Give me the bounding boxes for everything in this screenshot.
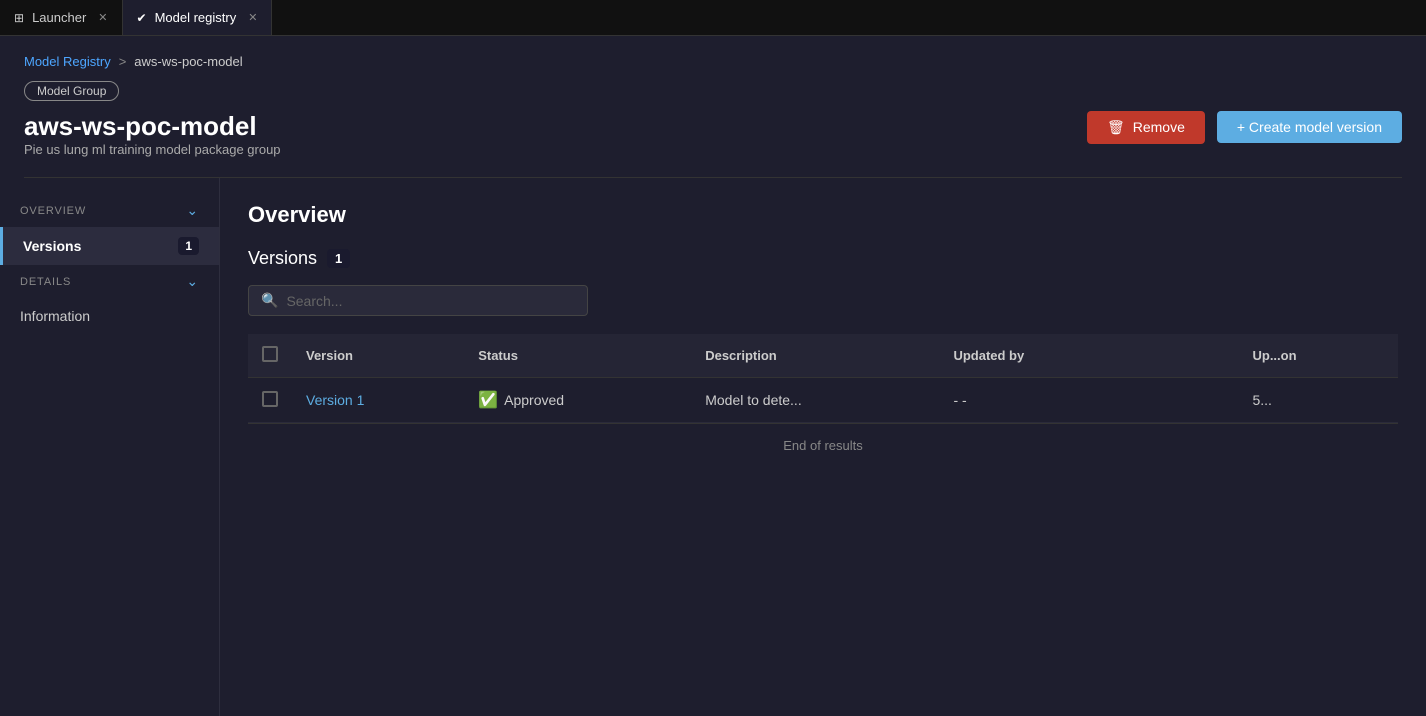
model-group-badge: Model Group — [24, 81, 119, 101]
page-title: aws-ws-poc-model — [24, 111, 281, 142]
versions-count-badge: 1 — [327, 249, 350, 268]
search-input[interactable] — [286, 293, 575, 309]
row-description: Model to dete... — [691, 378, 939, 423]
row-updated-by: - - — [939, 378, 1238, 423]
breadcrumb-link[interactable]: Model Registry — [24, 54, 111, 69]
row-updated-on: 5... — [1238, 378, 1398, 423]
table-row: Version 1 ✅ Approved Model to dete... - … — [248, 378, 1398, 423]
col-version: Version — [292, 334, 464, 378]
overview-section-label: OVERVIEW — [20, 205, 86, 217]
sidebar-item-versions[interactable]: Versions 1 — [0, 227, 219, 265]
table-body: Version 1 ✅ Approved Model to dete... - … — [248, 378, 1398, 423]
status-label: Approved — [504, 392, 564, 408]
tab-model-registry-close[interactable]: ✕ — [248, 11, 257, 24]
row-checkbox[interactable] — [262, 391, 278, 407]
versions-heading-label: Versions — [248, 248, 317, 269]
search-bar[interactable]: 🔍 — [248, 285, 588, 316]
content-layout: OVERVIEW ⌄ Versions 1 DETAILS ⌄ Informat… — [0, 178, 1426, 716]
versions-nav-label: Versions — [23, 238, 81, 254]
breadcrumb-current: aws-ws-poc-model — [134, 54, 242, 69]
versions-heading: Versions 1 — [248, 248, 1398, 269]
table-header: Version Status Description Updated by Up… — [248, 334, 1398, 378]
col-status: Status — [464, 334, 691, 378]
sidebar-section-overview[interactable]: OVERVIEW ⌄ — [0, 194, 219, 227]
trash-icon: 🗑 — [1107, 119, 1125, 136]
select-all-checkbox[interactable] — [262, 346, 278, 362]
approved-icon: ✅ — [478, 390, 498, 410]
col-updated-by: Updated by — [939, 334, 1238, 378]
row-status: ✅ Approved — [464, 378, 691, 423]
page-title-row: Model Group aws-ws-poc-model Pie us lung… — [24, 81, 1402, 173]
details-section-label: DETAILS — [20, 276, 71, 288]
sidebar: OVERVIEW ⌄ Versions 1 DETAILS ⌄ Informat… — [0, 178, 220, 716]
information-label: Information — [20, 308, 90, 324]
table-header-row: Version Status Description Updated by Up… — [248, 334, 1398, 378]
tab-model-registry[interactable]: ✔ Model registry ✕ — [123, 0, 273, 35]
tab-launcher[interactable]: ⊞ Launcher ✕ — [0, 0, 123, 35]
main-area: Model Registry > aws-ws-poc-model Model … — [0, 36, 1426, 716]
versions-table: Version Status Description Updated by Up… — [248, 334, 1398, 423]
end-of-results: End of results — [248, 423, 1398, 467]
breadcrumb: Model Registry > aws-ws-poc-model — [24, 54, 1402, 69]
details-chevron-icon: ⌄ — [186, 273, 199, 290]
tab-launcher-close[interactable]: ✕ — [98, 11, 107, 24]
title-area: Model Group aws-ws-poc-model Pie us lung… — [24, 81, 281, 173]
breadcrumb-separator: > — [119, 54, 127, 69]
version-link[interactable]: Version 1 — [306, 392, 364, 408]
tab-model-registry-label: Model registry — [155, 10, 237, 25]
tab-launcher-label: Launcher — [32, 10, 86, 25]
main-content: Overview Versions 1 🔍 Version Status — [220, 178, 1426, 716]
create-model-version-button[interactable]: + Create model version — [1217, 111, 1402, 143]
sidebar-section-details[interactable]: DETAILS ⌄ — [0, 265, 219, 298]
tab-bar: ⊞ Launcher ✕ ✔ Model registry ✕ — [0, 0, 1426, 36]
status-approved: ✅ Approved — [478, 390, 677, 410]
launcher-icon: ⊞ — [14, 11, 24, 25]
select-all-header[interactable] — [248, 334, 292, 378]
col-updated-on: Up...on — [1238, 334, 1398, 378]
remove-button[interactable]: 🗑 Remove — [1087, 111, 1205, 144]
overview-section-title: Overview — [248, 202, 1398, 228]
search-icon: 🔍 — [261, 292, 278, 309]
row-checkbox-cell[interactable] — [248, 378, 292, 423]
model-registry-icon: ✔ — [137, 11, 147, 25]
versions-nav-badge: 1 — [178, 237, 199, 255]
remove-label: Remove — [1133, 119, 1185, 135]
row-version: Version 1 — [292, 378, 464, 423]
sidebar-item-information[interactable]: Information — [0, 298, 219, 334]
page-header: Model Registry > aws-ws-poc-model Model … — [0, 36, 1426, 178]
col-description: Description — [691, 334, 939, 378]
action-buttons: 🗑 Remove + Create model version — [1087, 111, 1402, 144]
overview-chevron-icon: ⌄ — [186, 202, 199, 219]
page-description: Pie us lung ml training model package gr… — [24, 142, 281, 157]
create-label: + Create model version — [1237, 119, 1382, 135]
